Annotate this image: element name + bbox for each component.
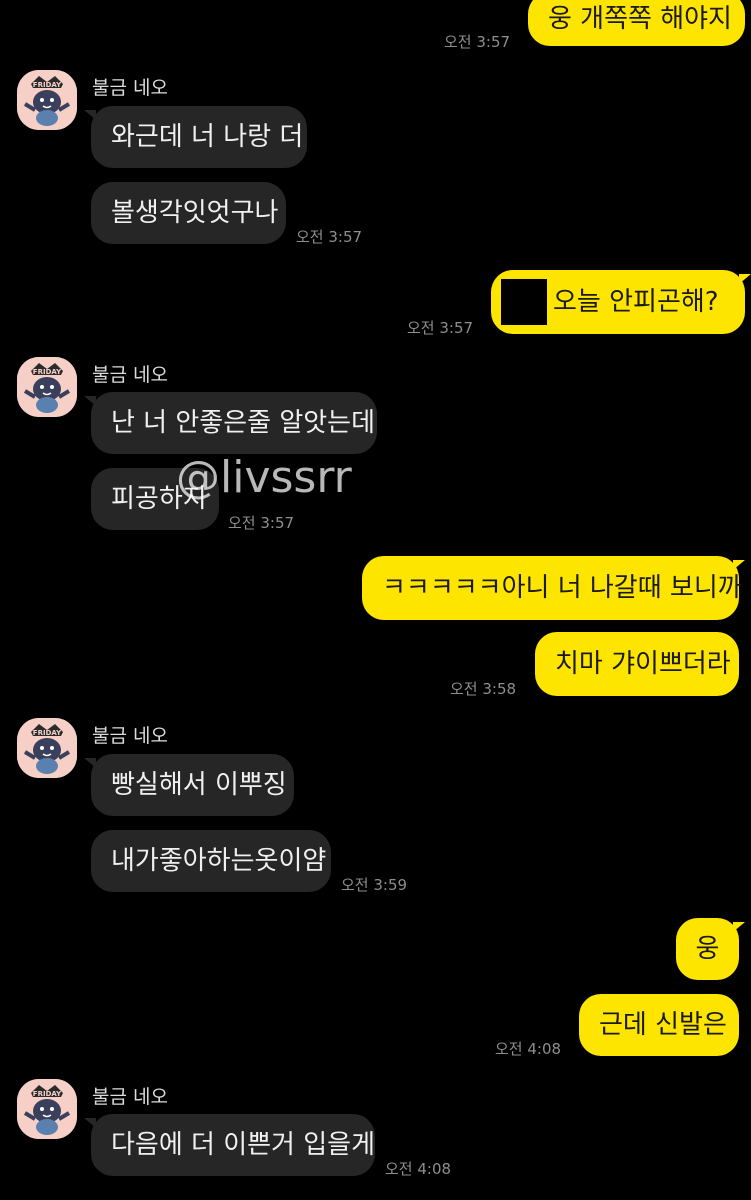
message-bubble-incoming[interactable]: 내가좋아하는옷이얌 [91,830,331,892]
message-bubble-outgoing[interactable]: 치마 갸이쁘더라 [535,632,739,696]
neo-character-icon: FRIDAY [17,357,77,417]
message-bubble-incoming[interactable]: 빵실해서 이뿌징 [91,754,294,816]
message-text: 근데 신발은 [599,1010,727,1040]
watermark: @livssrr [176,452,352,503]
message-bubble-incoming[interactable]: 볼생각잇엇구나 [91,182,286,244]
message-timestamp: 오전 4:08 [385,1160,452,1178]
message-bubble-incoming[interactable]: 와근데 너 나랑 더 [91,106,307,168]
message-text: 빵실해서 이뿌징 [111,770,287,800]
contact-avatar[interactable]: FRIDAY [17,718,77,778]
message-bubble-outgoing[interactable]: 웅 [676,918,739,980]
contact-avatar[interactable]: FRIDAY [17,357,77,417]
message-bubble-incoming[interactable]: 난 너 안좋은줄 알앗는데 [91,392,377,454]
message-text: 와근데 너 나랑 더 [111,122,304,152]
message-text: 다음에 더 이쁜거 입을게 [111,1130,375,1160]
message-bubble-outgoing[interactable]: 웅 개쪽쪽 해야지 [528,0,745,46]
bubble-tail [733,560,745,570]
contact-name: 불금 네오 [92,725,168,747]
svg-text:FRIDAY: FRIDAY [33,81,62,89]
message-bubble-outgoing[interactable]: 오늘 안피곤해? [491,270,745,334]
message-timestamp: 오전 3:58 [450,680,517,698]
contact-name: 불금 네오 [92,77,168,99]
message-timestamp: 오전 3:59 [341,876,408,894]
svg-text:FRIDAY: FRIDAY [33,729,62,737]
message-timestamp: 오전 4:08 [495,1040,562,1058]
bubble-tail [739,274,751,284]
message-text: 오늘 안피곤해? [553,287,719,317]
svg-text:FRIDAY: FRIDAY [33,1090,62,1098]
contact-name: 불금 네오 [92,364,168,386]
svg-text:FRIDAY: FRIDAY [33,368,62,376]
message-text: 치마 갸이쁘더라 [555,649,731,679]
message-bubble-outgoing[interactable]: ㅋㅋㅋㅋㅋ아니 너 나갈때 보니까 [362,556,742,620]
message-timestamp: 오전 3:57 [444,33,511,51]
neo-character-icon: FRIDAY [17,718,77,778]
neo-character-icon: FRIDAY [17,70,77,130]
message-text: 웅 [695,934,720,964]
message-text: 웅 개쪽쪽 해야지 [548,4,732,34]
message-bubble-incoming[interactable]: 다음에 더 이쁜거 입을게 [91,1114,375,1176]
neo-character-icon: FRIDAY [17,1079,77,1139]
message-text: ㅋㅋㅋㅋㅋ아니 너 나갈때 보니까 [382,573,742,603]
redaction-box [501,279,547,325]
contact-name: 불금 네오 [92,1086,168,1108]
message-timestamp: 오전 3:57 [228,514,295,532]
message-bubble-outgoing[interactable]: 근데 신발은 [579,994,739,1056]
message-text: 볼생각잇엇구나 [111,198,279,228]
message-text: 난 너 안좋은줄 알앗는데 [111,408,375,438]
contact-avatar[interactable]: FRIDAY [17,1079,77,1139]
bubble-tail [733,922,745,932]
message-timestamp: 오전 3:57 [407,319,474,337]
contact-avatar[interactable]: FRIDAY [17,70,77,130]
message-timestamp: 오전 3:57 [296,228,363,246]
message-text: 내가좋아하는옷이얌 [111,846,327,876]
